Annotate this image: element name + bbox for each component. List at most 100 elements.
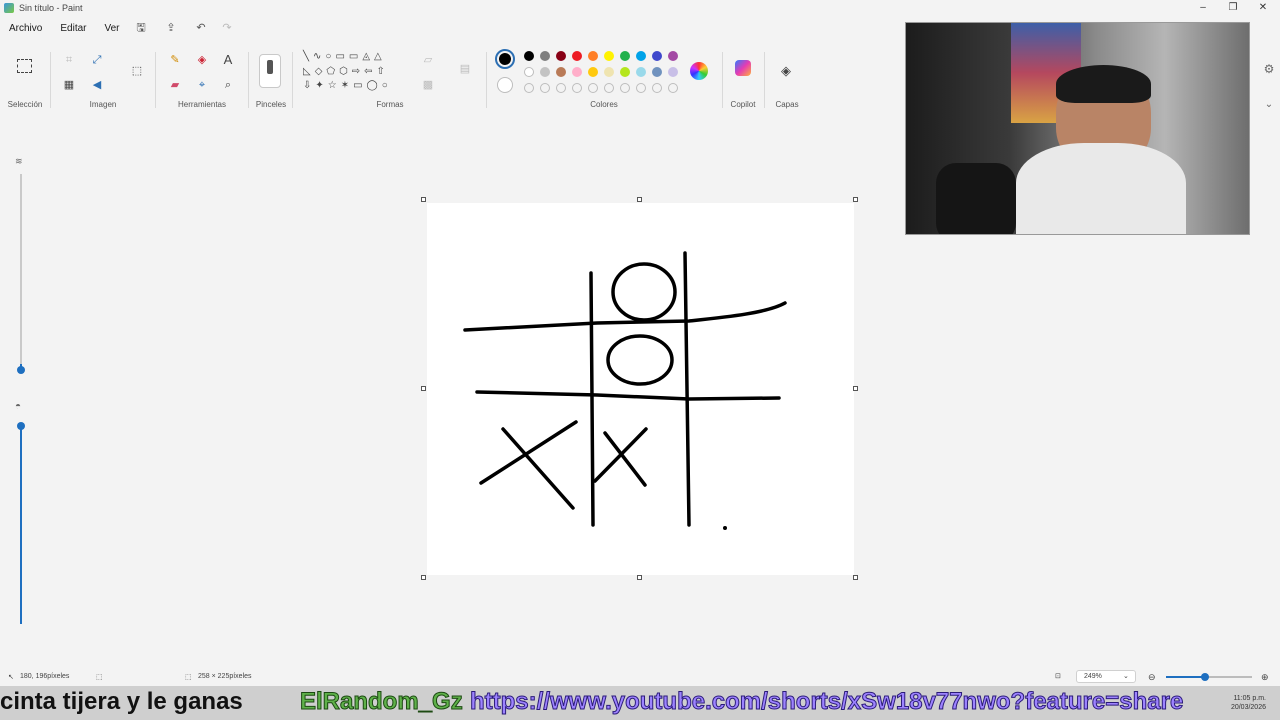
- zoom-slider-thumb[interactable]: [1200, 673, 1209, 681]
- size-slider-track[interactable]: [20, 174, 22, 370]
- shape-fill-icon[interactable]: ▩: [421, 78, 435, 92]
- shape-more-icon[interactable]: ▤: [458, 62, 472, 76]
- minimize-icon[interactable]: –: [1188, 0, 1218, 16]
- cursor-position: 180, 196píxeles: [20, 673, 70, 680]
- custom-color-slot[interactable]: [556, 83, 566, 93]
- custom-color-slot[interactable]: [540, 83, 550, 93]
- palette-swatch[interactable]: [652, 67, 662, 77]
- palette-swatch[interactable]: [588, 67, 598, 77]
- resize-handle[interactable]: [853, 386, 858, 391]
- palette-swatch[interactable]: [668, 67, 678, 77]
- custom-color-slot[interactable]: [668, 83, 678, 93]
- chevron-down-icon[interactable]: ⌄: [1262, 98, 1276, 112]
- zoom-value: 249%: [1084, 673, 1102, 680]
- palette-swatch[interactable]: [604, 51, 614, 61]
- grid-line-vertical-left: [589, 271, 595, 527]
- palette-swatch[interactable]: [636, 51, 646, 61]
- resize-handle[interactable]: [853, 197, 858, 202]
- save-icon[interactable]: 🖫: [134, 21, 148, 35]
- zoom-in-icon[interactable]: ⊕: [1261, 672, 1269, 683]
- menu-bar: Archivo Editar Ver: [0, 20, 129, 38]
- zoom-slider-track[interactable]: [1166, 673, 1252, 681]
- resize-handle[interactable]: [853, 575, 858, 580]
- palette-swatch[interactable]: [524, 67, 534, 77]
- x-mark-left-stroke-2: [479, 420, 578, 485]
- zoom-out-icon[interactable]: ⊖: [1148, 672, 1156, 683]
- zoom-select[interactable]: 249% ⌄: [1076, 670, 1136, 683]
- custom-color-slot[interactable]: [604, 83, 614, 93]
- resize-handle[interactable]: [421, 197, 426, 202]
- resize-icon[interactable]: ⤢: [90, 53, 104, 67]
- edit-colors-icon[interactable]: [690, 62, 708, 80]
- palette-swatch[interactable]: [572, 51, 582, 61]
- status-bar: ↖ 180, 196píxeles ⬚ ⬚ 258 × 225píxeles ⊡…: [0, 669, 1280, 685]
- palette-swatch[interactable]: [588, 51, 598, 61]
- drawing-canvas[interactable]: [427, 203, 854, 575]
- color-picker-icon[interactable]: ⌖: [195, 78, 209, 92]
- image-select-icon[interactable]: ⬚: [130, 64, 144, 78]
- resize-handle[interactable]: [421, 575, 426, 580]
- opacity-slider-track[interactable]: [20, 424, 22, 624]
- overlay-link[interactable]: https://www.youtube.com/shorts/xSw18v77n…: [469, 688, 1183, 716]
- custom-color-slot[interactable]: [620, 83, 630, 93]
- palette-swatch[interactable]: [620, 51, 630, 61]
- rotate-icon[interactable]: ◀: [90, 78, 104, 92]
- palette-swatch[interactable]: [572, 67, 582, 77]
- menu-archivo[interactable]: Archivo: [0, 20, 51, 38]
- cursor-dot: [723, 526, 727, 530]
- opacity-icon: ◓: [15, 401, 22, 412]
- redo-icon[interactable]: ↷: [220, 21, 234, 35]
- palette-swatch[interactable]: [540, 67, 550, 77]
- copilot-icon[interactable]: [735, 60, 751, 76]
- text-tool-icon[interactable]: A: [221, 53, 235, 67]
- select-rectangle-icon[interactable]: [17, 59, 32, 73]
- menu-ver[interactable]: Ver: [95, 20, 128, 38]
- menu-editar[interactable]: Editar: [51, 20, 95, 38]
- palette-swatch[interactable]: [668, 51, 678, 61]
- custom-color-slot[interactable]: [636, 83, 646, 93]
- outline-icon[interactable]: ▱: [421, 53, 435, 67]
- brushes-button[interactable]: [259, 54, 281, 88]
- taskbar-clock: 11:05 p.m. 20/03/2026: [1231, 694, 1266, 712]
- fit-to-window-icon[interactable]: ⊡: [1055, 672, 1061, 680]
- palette-swatch[interactable]: [620, 67, 630, 77]
- magnifier-icon[interactable]: ⌕: [221, 78, 235, 92]
- x-mark-middle-stroke-1: [603, 431, 647, 487]
- palette-swatch[interactable]: [556, 51, 566, 61]
- custom-color-slot[interactable]: [588, 83, 598, 93]
- fill-icon[interactable]: ◈: [195, 53, 209, 67]
- pencil-icon[interactable]: ✎: [168, 53, 182, 67]
- ribbon-divider: [248, 52, 249, 108]
- close-icon[interactable]: ✕: [1248, 0, 1278, 16]
- restore-icon[interactable]: ❐: [1218, 0, 1248, 16]
- settings-gear-icon[interactable]: ⚙: [1262, 62, 1276, 76]
- eraser-icon[interactable]: ▰: [168, 78, 182, 92]
- custom-color-slot[interactable]: [524, 83, 534, 93]
- canvas-size-icon: ⬚: [185, 674, 192, 681]
- resize-handle[interactable]: [637, 197, 642, 202]
- remove-background-icon[interactable]: ▦: [62, 78, 76, 92]
- ribbon-divider: [155, 52, 156, 108]
- opacity-slider-thumb[interactable]: [17, 422, 25, 430]
- size-slider-thumb[interactable]: [17, 366, 25, 374]
- secondary-color-swatch[interactable]: [497, 77, 513, 93]
- resize-handle[interactable]: [637, 575, 642, 580]
- shapes-gallery[interactable]: ╲∿○▭▭◬△ ◺◇⬠⬡⇨⇦⇧ ⇩✦☆✶▭◯○: [303, 50, 407, 96]
- palette-swatch[interactable]: [604, 67, 614, 77]
- person-shirt: [1016, 143, 1186, 234]
- palette-swatch[interactable]: [636, 67, 646, 77]
- chair: [936, 163, 1016, 234]
- resize-handle[interactable]: [421, 386, 426, 391]
- undo-icon[interactable]: ↶: [194, 21, 208, 35]
- palette-swatch[interactable]: [556, 67, 566, 77]
- palette-swatch[interactable]: [524, 51, 534, 61]
- share-icon[interactable]: ⇪: [164, 21, 178, 35]
- crop-icon[interactable]: ⌗: [62, 53, 76, 67]
- custom-color-slot[interactable]: [572, 83, 582, 93]
- custom-color-slot[interactable]: [652, 83, 662, 93]
- group-label-seleccion: Selección: [7, 100, 43, 109]
- palette-swatch[interactable]: [540, 51, 550, 61]
- palette-swatch[interactable]: [652, 51, 662, 61]
- active-color-swatch[interactable]: [495, 49, 515, 69]
- layers-icon[interactable]: ◈: [779, 64, 793, 78]
